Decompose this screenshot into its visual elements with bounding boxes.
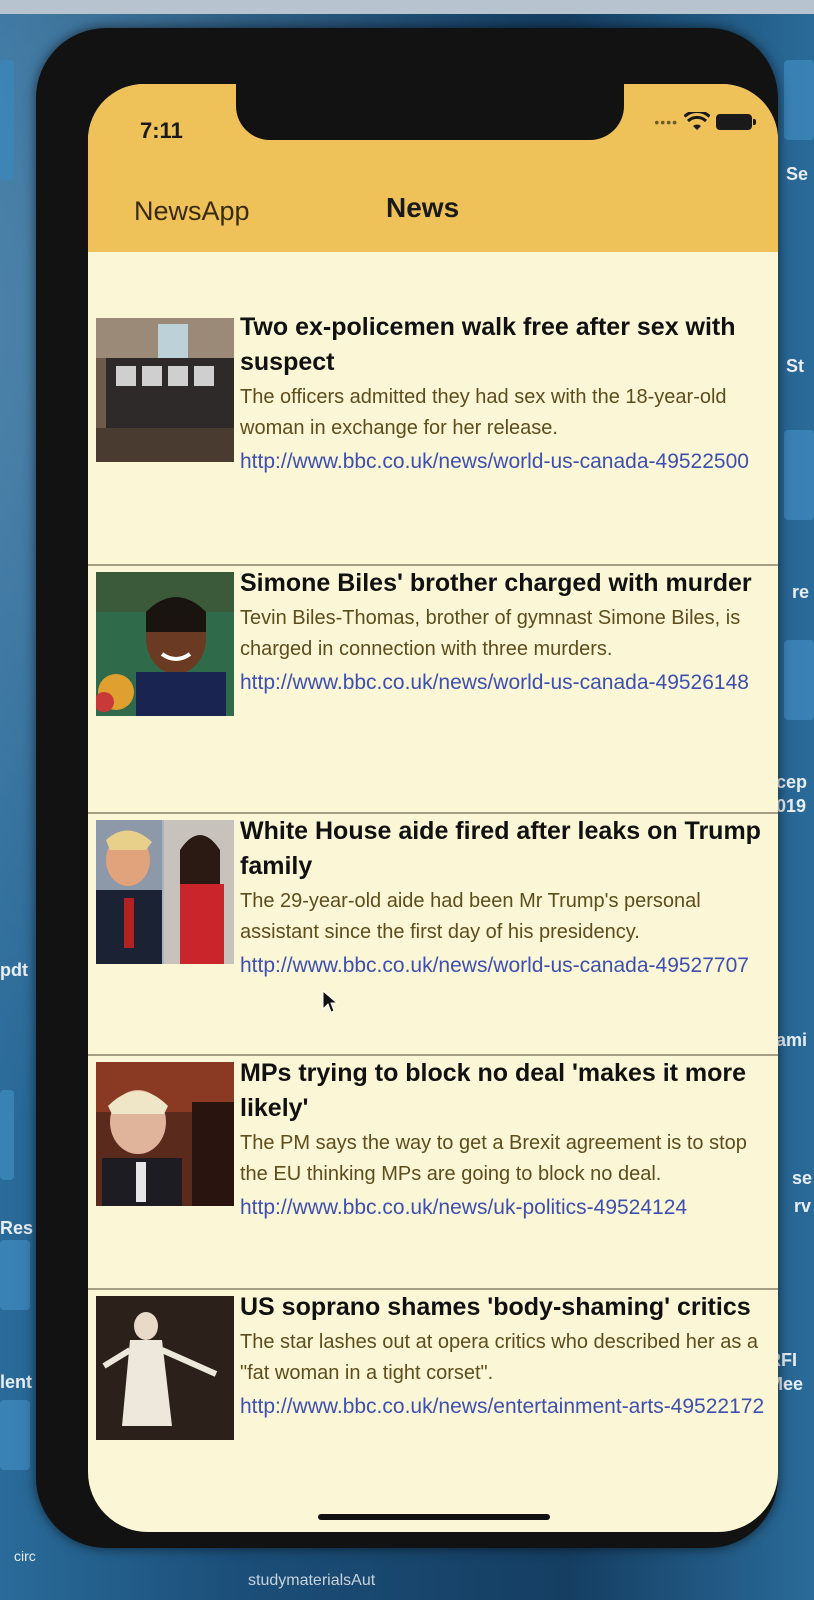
- article-title: Two ex-policemen walk free after sex wit…: [240, 313, 736, 376]
- desktop-tile: [0, 1090, 14, 1180]
- news-row[interactable]: Two ex-policemen walk free after sex wit…: [88, 310, 778, 566]
- desktop-tile: [0, 1240, 30, 1310]
- desktop-label[interactable]: studymaterialsAut: [248, 1572, 375, 1590]
- article-description: Tevin Biles-Thomas, brother of gymnast S…: [240, 607, 741, 660]
- mouse-cursor-icon: [322, 990, 338, 1013]
- article-title: US soprano shames 'body-shaming' critics: [240, 1293, 751, 1321]
- article-thumbnail: [96, 318, 234, 462]
- status-time: 7:11: [140, 118, 183, 143]
- article-link[interactable]: http://www.bbc.co.uk/news/world-us-canad…: [240, 950, 772, 982]
- news-row[interactable]: White House aide fired after leaks on Tr…: [88, 814, 778, 1056]
- article-link[interactable]: http://www.bbc.co.uk/news/world-us-canad…: [240, 667, 772, 699]
- article-text: US soprano shames 'body-shaming' critics…: [240, 1290, 772, 1423]
- desktop-tile: [784, 430, 814, 520]
- article-link[interactable]: http://www.bbc.co.uk/news/uk-politics-49…: [240, 1192, 772, 1224]
- news-row[interactable]: Simone Biles' brother charged with murde…: [88, 566, 778, 814]
- article-link[interactable]: http://www.bbc.co.uk/news/world-us-canad…: [240, 446, 772, 478]
- article-description: The 29-year-old aide had been Mr Trump's…: [240, 890, 701, 943]
- back-button[interactable]: NewsApp: [134, 196, 250, 227]
- device-notch: [236, 84, 624, 140]
- desktop-label[interactable]: ami: [776, 1030, 807, 1051]
- article-description: The PM says the way to get a Brexit agre…: [240, 1132, 747, 1185]
- page-title: News: [386, 192, 460, 223]
- desktop-label[interactable]: Se: [786, 164, 808, 185]
- wifi-icon: [684, 112, 710, 130]
- desktop-label[interactable]: lent: [0, 1372, 32, 1393]
- article-description: The officers admitted they had sex with …: [240, 386, 727, 439]
- desktop-tile: [0, 60, 14, 180]
- desktop-tile: [784, 640, 814, 720]
- article-link[interactable]: http://www.bbc.co.uk/news/entertainment-…: [240, 1391, 772, 1423]
- news-list: Two ex-policemen walk free after sex wit…: [88, 310, 778, 1520]
- article-thumbnail: [96, 820, 234, 964]
- desktop-label[interactable]: cep: [776, 772, 807, 793]
- phone-screen: 7:11 •••• NewsApp News Two ex-policemen …: [88, 84, 778, 1532]
- signal-icon: ••••: [654, 114, 678, 130]
- desktop-label[interactable]: 019: [776, 796, 806, 817]
- desktop-menubar: [0, 0, 814, 14]
- desktop-label[interactable]: circ: [14, 1548, 36, 1564]
- article-description: The star lashes out at opera critics who…: [240, 1331, 759, 1384]
- news-row[interactable]: MPs trying to block no deal 'makes it mo…: [88, 1056, 778, 1290]
- article-title: White House aide fired after leaks on Tr…: [240, 817, 761, 880]
- article-text: MPs trying to block no deal 'makes it mo…: [240, 1056, 772, 1224]
- home-indicator[interactable]: [318, 1514, 550, 1520]
- battery-icon: [716, 114, 756, 130]
- article-text: Simone Biles' brother charged with murde…: [240, 566, 772, 699]
- desktop-label[interactable]: St: [786, 356, 804, 377]
- desktop-tile: [0, 1400, 30, 1470]
- article-text: White House aide fired after leaks on Tr…: [240, 814, 772, 982]
- article-thumbnail: [96, 1296, 234, 1440]
- news-row[interactable]: US soprano shames 'body-shaming' critics…: [88, 1290, 778, 1520]
- status-indicators: ••••: [654, 112, 756, 132]
- desktop-label[interactable]: re: [792, 582, 809, 603]
- article-title: Simone Biles' brother charged with murde…: [240, 569, 752, 597]
- article-text: Two ex-policemen walk free after sex wit…: [240, 310, 772, 478]
- phone-frame: 7:11 •••• NewsApp News Two ex-policemen …: [36, 28, 778, 1548]
- article-thumbnail: [96, 1062, 234, 1206]
- desktop-label[interactable]: rv: [794, 1196, 811, 1217]
- desktop-label[interactable]: pdt: [0, 960, 28, 981]
- desktop-label[interactable]: Res: [0, 1218, 33, 1239]
- article-thumbnail: [96, 572, 234, 716]
- desktop-tile: [784, 60, 814, 140]
- article-title: MPs trying to block no deal 'makes it mo…: [240, 1059, 747, 1122]
- desktop-label[interactable]: se: [792, 1168, 812, 1189]
